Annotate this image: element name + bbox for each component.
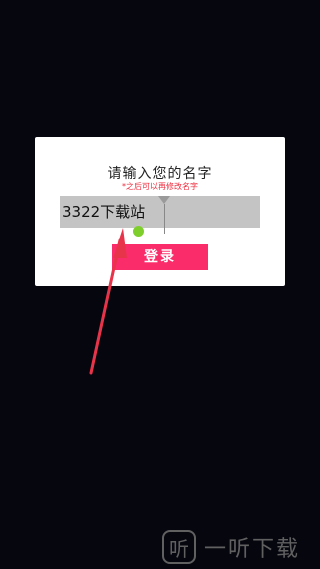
name-input[interactable]: 3322下载站 [60, 196, 260, 234]
dialog-hint: *之后可以再修改名字 [122, 182, 198, 191]
text-cursor-top-marker [158, 196, 170, 204]
watermark: 听 一听下载 [162, 530, 300, 564]
login-button[interactable]: 登录 [112, 244, 208, 270]
text-cursor [164, 204, 165, 234]
watermark-logo-icon: 听 [162, 530, 196, 564]
cursor-drag-handle[interactable] [133, 226, 144, 237]
dialog-title: 请输入您的名字 [107, 166, 213, 182]
watermark-text: 一听下载 [204, 537, 301, 562]
name-input-value: 3322下载站 [62, 203, 146, 221]
name-dialog: 请输入您的名字 *之后可以再修改名字 3322下载站 登录 [35, 137, 285, 286]
